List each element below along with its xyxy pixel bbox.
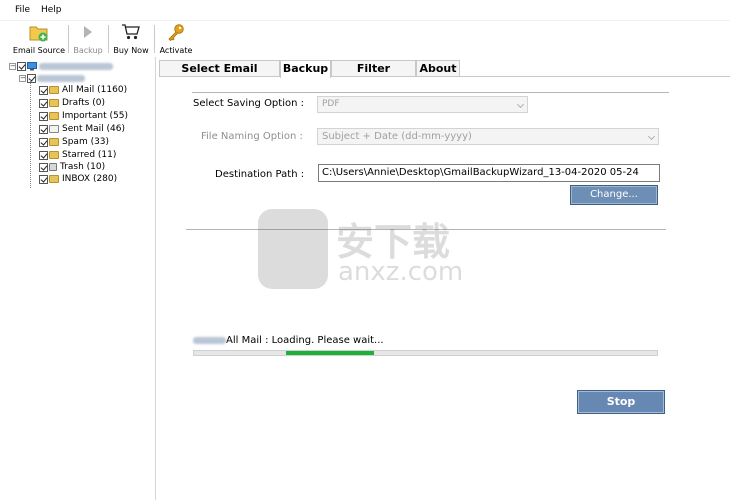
tree-item-all-mail[interactable]: All Mail (1160) [39, 84, 127, 96]
buy-now-label: Buy Now [113, 46, 149, 55]
tree-item-label: Spam (33) [62, 137, 110, 147]
tab-about[interactable]: About [416, 60, 460, 77]
checkbox-icon[interactable] [27, 73, 36, 83]
redacted-account [39, 62, 113, 70]
checkbox-icon[interactable] [39, 174, 48, 184]
folder-icon [49, 86, 59, 94]
trash-icon [49, 163, 57, 171]
collapse-icon[interactable]: − [19, 74, 26, 82]
backup-button[interactable]: Backup [71, 21, 105, 57]
checkbox-icon[interactable] [17, 61, 26, 71]
folder-icon [49, 138, 59, 146]
saving-option-label: Select Saving Option : [193, 98, 304, 109]
folder-icon [49, 175, 59, 183]
status-line: All Mail : Loading. Please wait... [193, 335, 384, 346]
divider [192, 92, 669, 93]
buy-now-button[interactable]: Buy Now [111, 21, 151, 57]
folder-icon [49, 99, 59, 107]
checkbox-icon[interactable] [39, 162, 48, 172]
tree-item-label: Drafts (0) [62, 98, 105, 108]
naming-option-label: File Naming Option : [201, 131, 303, 142]
saving-option-value: PDF [322, 99, 340, 109]
folder-add-icon [29, 26, 48, 42]
tree-item-important[interactable]: Important (55) [39, 110, 128, 122]
folder-icon [49, 112, 59, 120]
redacted-email [37, 74, 85, 82]
checkbox-icon[interactable] [39, 137, 48, 147]
folder-icon [49, 151, 59, 159]
chevron-down-icon [647, 132, 656, 141]
tab-backup[interactable]: Backup [280, 60, 331, 78]
tree-item-inbox[interactable]: INBOX (280) [39, 173, 117, 185]
toolbar: Email Source Backup Buy Now Activate [0, 21, 730, 57]
toolbar-separator [154, 25, 155, 53]
email-source-label: Email Source [12, 46, 66, 55]
tree-item-drafts[interactable]: Drafts (0) [39, 97, 105, 109]
activate-button[interactable]: Activate [157, 21, 195, 57]
tree-item-spam[interactable]: Spam (33) [39, 136, 109, 148]
tree-item-label: Sent Mail (46) [62, 124, 125, 134]
play-icon [84, 26, 92, 38]
email-source-button[interactable]: Email Source [12, 21, 66, 57]
tree-item-sent-mail[interactable]: Sent Mail (46) [39, 123, 125, 135]
divider [186, 229, 666, 230]
tree-item-label: All Mail (1160) [62, 85, 128, 95]
naming-option-value: Subject + Date (dd-mm-yyyy) [322, 131, 472, 142]
status-text: All Mail : Loading. Please wait... [226, 335, 384, 346]
redacted-user [193, 336, 226, 344]
key-icon [168, 24, 184, 42]
progress-bar [193, 350, 658, 356]
tab-bar: Select Email Source Backup Filter Option… [159, 60, 730, 91]
stop-button[interactable]: Stop [577, 390, 665, 414]
menu-bar: File Help [0, 0, 730, 21]
tree-item-label: Trash (10) [60, 162, 106, 172]
menu-help[interactable]: Help [41, 5, 62, 15]
cart-icon [122, 24, 140, 40]
monitor-icon [27, 61, 37, 70]
activate-label: Activate [159, 46, 193, 55]
tree-connector [30, 80, 31, 188]
tree-item-label: INBOX (280) [62, 174, 118, 184]
checkbox-icon[interactable] [39, 150, 48, 160]
tree-item-label: Important (55) [62, 111, 128, 121]
destination-path-label: Destination Path : [215, 169, 305, 180]
backup-label: Backup [73, 46, 103, 55]
tab-filter-options[interactable]: Filter Options [331, 60, 416, 91]
tree-item-label: Starred (11) [62, 150, 117, 160]
tree-account-node[interactable]: − [19, 72, 85, 84]
naming-option-select[interactable]: Subject + Date (dd-mm-yyyy) [317, 128, 659, 145]
chevron-down-icon [516, 100, 525, 109]
saving-option-select[interactable]: PDF [317, 96, 528, 113]
mail-icon [49, 125, 59, 133]
toolbar-separator [108, 25, 109, 53]
checkbox-icon[interactable] [39, 111, 48, 121]
progress-fill [286, 351, 374, 355]
checkbox-icon[interactable] [39, 85, 48, 95]
change-button[interactable]: Change... [570, 185, 658, 205]
toolbar-separator [68, 25, 69, 53]
checkbox-icon[interactable] [39, 124, 48, 134]
tree-root-account[interactable]: − [9, 60, 113, 72]
destination-path-input[interactable]: C:\Users\Annie\Desktop\GmailBackupWizard… [318, 164, 660, 182]
tab-select-email-source[interactable]: Select Email Source [159, 60, 280, 91]
tree-item-starred[interactable]: Starred (11) [39, 149, 116, 161]
backup-panel: Select Saving Option : PDF File Naming O… [159, 77, 730, 500]
collapse-icon[interactable]: − [9, 62, 16, 70]
tree-item-trash[interactable]: Trash (10) [39, 161, 105, 173]
folder-tree: − − All Mail (1160) Drafts (0) Important… [6, 57, 156, 500]
checkbox-icon[interactable] [39, 98, 48, 108]
menu-file[interactable]: File [15, 5, 30, 15]
